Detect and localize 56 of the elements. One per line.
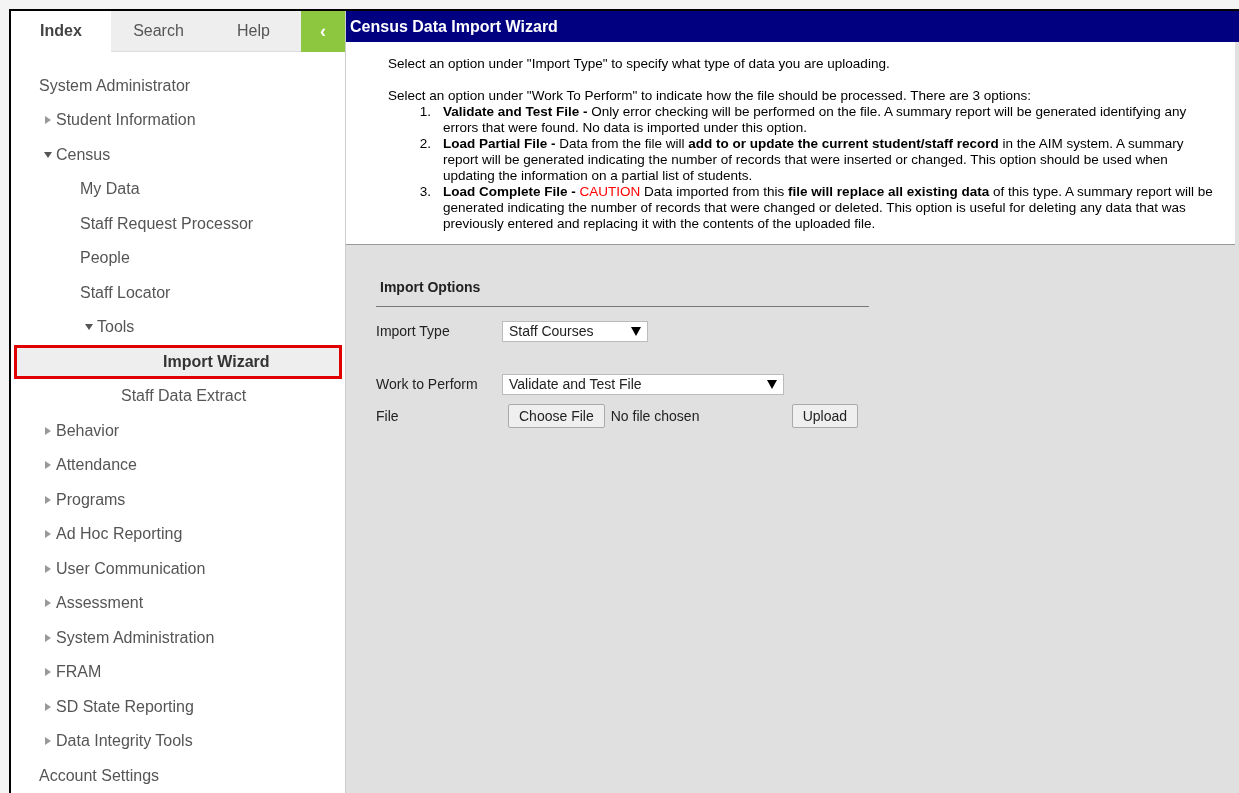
expanded-triangle-icon[interactable] <box>44 150 52 159</box>
tree-item[interactable]: FRAM <box>11 655 345 690</box>
dropdown-caret-icon <box>631 327 641 336</box>
tree-item[interactable]: People <box>11 241 345 276</box>
field-label: Import Type <box>376 322 451 341</box>
collapsed-triangle-icon[interactable] <box>44 564 52 573</box>
work-to-perform-select[interactable]: Validate and Test File <box>502 374 784 395</box>
tree-item[interactable]: User Communication <box>11 551 345 586</box>
tree-item[interactable]: Assessment <box>11 586 345 621</box>
list-number: 3. <box>418 184 432 201</box>
tree-item[interactable]: Data Integrity Tools <box>11 724 345 759</box>
import-type-select[interactable]: Staff Courses <box>502 321 648 342</box>
collapsed-triangle-icon[interactable] <box>44 599 52 608</box>
upload-button[interactable]: Upload <box>791 404 859 428</box>
tree-item[interactable]: Behavior <box>11 413 345 448</box>
option-description: Load Partial File - Data from the file will add to or update the current student/staff record in the AIM system. A summary report will be generated indicating the number of records that were inserted or changed. This option should be used when updating the information on a partial list of students. <box>443 136 1185 184</box>
collapsed-triangle-icon[interactable] <box>44 633 52 642</box>
tree-item[interactable]: SD State Reporting <box>11 689 345 724</box>
collapsed-triangle-icon[interactable] <box>44 668 52 677</box>
tree-item[interactable]: System Administration <box>11 620 345 655</box>
sidebar-tab[interactable]: Search <box>111 11 206 52</box>
collapsed-triangle-icon[interactable] <box>44 116 52 125</box>
tree-item[interactable]: Student Information <box>11 103 345 138</box>
tree-item[interactable]: Census <box>11 137 345 172</box>
page-title-bar: Census Data Import Wizard <box>346 11 1239 42</box>
collapsed-triangle-icon[interactable] <box>44 702 52 711</box>
choose-file-button[interactable]: Choose File <box>508 404 605 428</box>
sidebar-tab[interactable]: Help <box>206 11 301 52</box>
dropdown-caret-icon <box>767 380 777 389</box>
collapsed-triangle-icon[interactable] <box>44 426 52 435</box>
collapsed-triangle-icon[interactable] <box>44 461 52 470</box>
list-number: 2. <box>418 136 432 153</box>
tree-item[interactable]: Staff Data Extract <box>11 379 345 414</box>
instruction-text: Select an option under "Work To Perform" to indicate how the file should be processed. There are 3 options: <box>388 88 1032 104</box>
tree-item[interactable]: Staff Request Processor <box>11 206 345 241</box>
field-label: Work to Perform <box>376 375 479 394</box>
tree-item[interactable]: My Data <box>11 172 345 207</box>
collapsed-triangle-icon[interactable] <box>44 495 52 504</box>
tree-item[interactable]: Staff Locator <box>11 275 345 310</box>
tree-item[interactable]: Tools <box>11 310 345 345</box>
tree-item[interactable]: Account Settings <box>11 758 345 793</box>
option-description: Load Complete File - CAUTION Data imported from this file will replace all existing data of this type. A summary report will be generated indicating the number of records that were changed or deleted. This option is useful for deleting any data that was previously entered and replacing it with the contents of the uploaded file. <box>443 184 1214 232</box>
file-status-text: No file chosen <box>610 406 701 426</box>
section-heading: Import Options <box>380 279 481 295</box>
tree-item[interactable]: Ad Hoc Reporting <box>11 517 345 552</box>
collapsed-triangle-icon[interactable] <box>44 530 52 539</box>
list-number: 1. <box>418 104 432 121</box>
collapsed-triangle-icon[interactable] <box>44 737 52 746</box>
tree-item[interactable]: Programs <box>11 482 345 517</box>
expanded-triangle-icon[interactable] <box>85 323 93 332</box>
tree-item[interactable]: Attendance <box>11 448 345 483</box>
field-label: File <box>376 406 400 426</box>
instruction-text: Select an option under "Import Type" to specify what type of data you are uploading. <box>388 56 891 72</box>
tree-item[interactable]: Import Wizard <box>14 344 342 379</box>
tree-item[interactable]: System Administrator <box>11 68 345 103</box>
option-description: Validate and Test File - Only error checking will be performed on the file. A summary report will be generated identifying any errors that were found. No data is imported under this option. <box>443 104 1188 136</box>
